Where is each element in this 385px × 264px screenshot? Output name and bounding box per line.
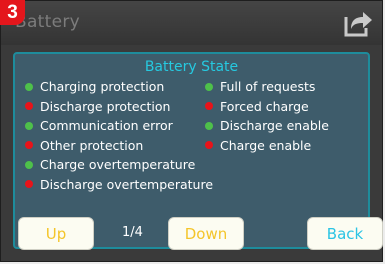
status-label: Charge overtemperature <box>40 157 196 173</box>
status-label: Discharge enable <box>220 118 329 134</box>
panel-title: Battery State <box>144 59 239 75</box>
status-dot-icon <box>25 82 33 91</box>
status-item: Discharge protection <box>25 97 213 117</box>
status-dot-icon <box>25 160 33 169</box>
down-button[interactable]: Down <box>168 217 244 250</box>
status-label: Forced charge <box>220 98 309 114</box>
step-badge: 3 <box>0 0 25 25</box>
status-dot-icon <box>205 82 213 91</box>
status-dot-icon <box>25 180 33 189</box>
status-item: Other protection <box>25 136 213 156</box>
back-button[interactable]: Back <box>307 217 383 250</box>
status-item: Charge enable <box>205 136 329 156</box>
up-button[interactable]: Up <box>18 217 94 250</box>
device-screen: Battery Battery State Charging protectio… <box>0 0 383 262</box>
status-label: Full of requests <box>220 79 316 95</box>
status-dot-icon <box>25 121 33 130</box>
status-label: Charge enable <box>220 137 312 153</box>
page-indicator: 1/4 <box>122 225 143 240</box>
status-label: Discharge overtemperature <box>40 176 214 192</box>
status-dot-icon <box>25 141 33 150</box>
status-item: Communication error <box>25 116 213 136</box>
title-bar: Battery <box>1 1 382 45</box>
status-label: Communication error <box>40 118 173 134</box>
status-item: Discharge overtemperature <box>25 175 213 195</box>
status-item: Discharge enable <box>205 116 329 136</box>
status-item: Charging protection <box>25 77 213 97</box>
status-label: Charging protection <box>40 79 165 95</box>
status-dot-icon <box>205 141 213 150</box>
status-item: Full of requests <box>205 77 329 97</box>
status-label: Other protection <box>40 137 144 153</box>
right-status-list: Full of requests Forced charge Discharge e… <box>205 77 329 155</box>
status-label: Discharge protection <box>40 98 171 114</box>
status-dot-icon <box>205 102 213 111</box>
share-icon[interactable] <box>342 8 374 38</box>
status-item: Charge overtemperature <box>25 155 213 175</box>
status-dot-icon <box>25 102 33 111</box>
status-dot-icon <box>205 121 213 130</box>
left-status-list: Charging protection Discharge protection C… <box>25 77 213 194</box>
status-item: Forced charge <box>205 97 329 117</box>
